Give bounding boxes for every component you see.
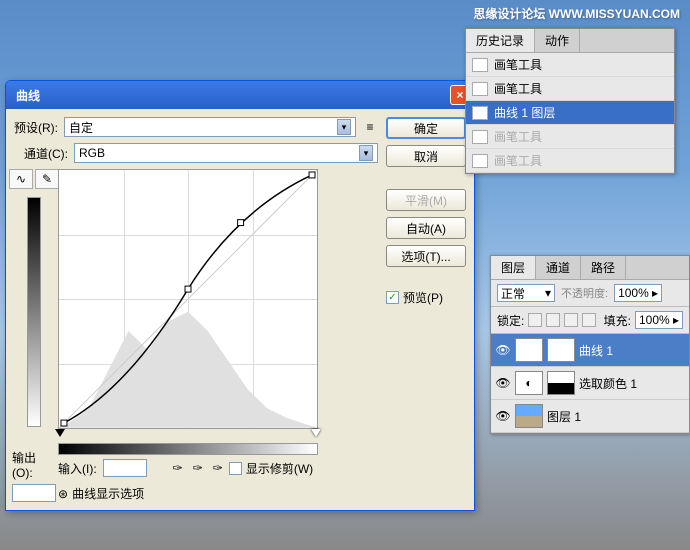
smooth-button: 平滑(M) xyxy=(386,189,466,211)
output-input[interactable] xyxy=(12,484,56,502)
brush-icon xyxy=(472,58,488,72)
fill-label: 填充: xyxy=(604,312,631,329)
opacity-label: 不透明度: xyxy=(561,285,608,301)
expand-label: 曲线显示选项 xyxy=(72,485,144,502)
layer-name: 图层 1 xyxy=(547,408,581,425)
visibility-icon[interactable]: 👁 xyxy=(495,409,511,423)
tab-paths[interactable]: 路径 xyxy=(581,256,626,279)
blend-mode-value: 正常 xyxy=(501,285,525,302)
layer-name: 选取颜色 1 xyxy=(579,375,637,392)
show-clip-label: 显示修剪(W) xyxy=(246,460,313,477)
tab-channels[interactable]: 通道 xyxy=(536,256,581,279)
brush-icon xyxy=(472,130,488,144)
history-item-label: 曲线 1 图层 xyxy=(494,104,555,121)
lock-all-icon[interactable] xyxy=(582,313,596,327)
ok-button[interactable]: 确定 xyxy=(386,117,466,139)
curve-pencil-tool[interactable]: ✎ xyxy=(35,169,59,189)
lock-position-icon[interactable] xyxy=(564,313,578,327)
preset-value: 自定 xyxy=(69,119,93,136)
tab-layers[interactable]: 图层 xyxy=(491,256,536,279)
visibility-icon[interactable]: 👁 xyxy=(495,376,511,390)
history-item[interactable]: 画笔工具 xyxy=(466,125,674,149)
preset-menu-icon[interactable]: ≡ xyxy=(362,119,378,135)
lock-label: 锁定: xyxy=(497,312,524,329)
blend-mode-dropdown[interactable]: 正常 ▾ xyxy=(497,284,555,302)
channel-label: 通道(C): xyxy=(24,145,68,162)
history-item[interactable]: 画笔工具 xyxy=(466,77,674,101)
layer-icon xyxy=(472,106,488,120)
lock-pixels-icon[interactable] xyxy=(546,313,560,327)
layers-panel: 图层 通道 路径 正常 ▾ 不透明度: 100%▸ 锁定: 填充: 100%▸ 👁… xyxy=(490,255,690,434)
eyedropper-white-icon[interactable]: ✑ xyxy=(213,461,223,475)
options-button[interactable]: 选项(T)... xyxy=(386,245,466,267)
tab-actions[interactable]: 动作 xyxy=(535,29,580,52)
mask-thumb[interactable] xyxy=(547,371,575,395)
layer-row[interactable]: 👁 ◐ 选取颜色 1 xyxy=(491,367,689,400)
input-gradient xyxy=(58,443,318,455)
opacity-input[interactable]: 100%▸ xyxy=(614,284,662,302)
layer-name: 曲线 1 xyxy=(579,342,613,359)
preview-checkbox[interactable]: ✓ xyxy=(386,291,399,304)
tab-history[interactable]: 历史记录 xyxy=(466,29,535,52)
black-point-slider[interactable] xyxy=(55,429,65,437)
history-list: 画笔工具 画笔工具 曲线 1 图层 画笔工具 画笔工具 xyxy=(466,53,674,173)
curve-graph[interactable] xyxy=(58,169,318,429)
fill-input[interactable]: 100%▸ xyxy=(635,311,683,329)
auto-button[interactable]: 自动(A) xyxy=(386,217,466,239)
show-clip-checkbox[interactable] xyxy=(229,462,242,475)
chevron-down-icon: ▾ xyxy=(359,145,373,161)
output-gradient xyxy=(27,197,41,427)
channel-value: RGB xyxy=(79,146,105,160)
visibility-icon[interactable]: 👁 xyxy=(495,343,511,357)
brush-icon xyxy=(472,154,488,168)
adjustment-thumb: ◐ xyxy=(515,371,543,395)
preset-label: 预设(R): xyxy=(14,119,58,136)
dialog-titlebar[interactable]: 曲线 × xyxy=(6,81,474,109)
layer-row[interactable]: 👁 ◐ 曲线 1 xyxy=(491,334,689,367)
history-item[interactable]: 画笔工具 xyxy=(466,53,674,77)
history-panel: 历史记录 动作 画笔工具 画笔工具 曲线 1 图层 画笔工具 画笔工具 xyxy=(465,28,675,174)
mask-thumb[interactable] xyxy=(547,338,575,362)
history-item-label: 画笔工具 xyxy=(494,128,542,145)
history-item-label: 画笔工具 xyxy=(494,56,542,73)
fill-value: 100% xyxy=(639,313,670,327)
history-item-label: 画笔工具 xyxy=(494,152,542,169)
history-item[interactable]: 画笔工具 xyxy=(466,149,674,173)
lock-transparent-icon[interactable] xyxy=(528,313,542,327)
white-point-slider[interactable] xyxy=(311,429,321,437)
eyedropper-black-icon[interactable]: ✑ xyxy=(173,461,183,475)
history-item-label: 画笔工具 xyxy=(494,80,542,97)
history-item[interactable]: 曲线 1 图层 xyxy=(466,101,674,125)
input-input[interactable] xyxy=(103,459,147,477)
layer-thumb xyxy=(515,404,543,428)
expand-chevron-icon[interactable]: ⊛ xyxy=(58,487,68,501)
adjustment-thumb: ◐ xyxy=(515,338,543,362)
preset-dropdown[interactable]: 自定 ▾ xyxy=(64,117,356,137)
brush-icon xyxy=(472,82,488,96)
curves-dialog: 曲线 × 预设(R): 自定 ▾ ≡ 通道(C): RGB ▾ xyxy=(5,80,475,511)
eyedropper-gray-icon[interactable]: ✑ xyxy=(193,461,203,475)
opacity-value: 100% xyxy=(618,286,649,300)
dialog-title: 曲线 xyxy=(16,87,450,104)
cancel-button[interactable]: 取消 xyxy=(386,145,466,167)
layer-row[interactable]: 👁 图层 1 xyxy=(491,400,689,433)
chevron-down-icon: ▾ xyxy=(545,286,551,300)
input-label: 输入(I): xyxy=(58,460,97,477)
watermark-text: 思缘设计论坛 WWW.MISSYUAN.COM xyxy=(473,5,680,22)
channel-dropdown[interactable]: RGB ▾ xyxy=(74,143,378,163)
chevron-down-icon: ▾ xyxy=(337,119,351,135)
preview-label: 预览(P) xyxy=(403,289,443,306)
output-label: 输出(O): xyxy=(12,449,56,480)
curve-point-tool[interactable]: ∿ xyxy=(9,169,33,189)
curve-path xyxy=(59,170,317,428)
